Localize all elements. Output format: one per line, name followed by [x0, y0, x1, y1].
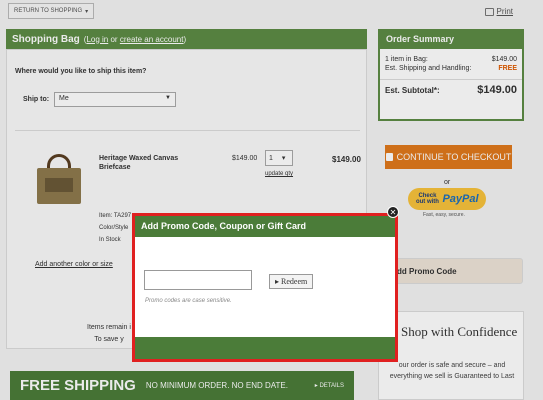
redeem-button[interactable]: ▸ Redeem — [269, 274, 314, 289]
modal-body: ▸ Redeem Promo codes are case sensitive. — [135, 237, 395, 337]
promo-note: Promo codes are case sensitive. — [145, 298, 232, 304]
promo-code-modal: Add Promo Code, Coupon or Gift Card ▸ Re… — [132, 213, 398, 362]
close-icon[interactable]: ✕ — [387, 206, 399, 218]
promo-code-input[interactable] — [144, 270, 252, 290]
modal-title: Add Promo Code, Coupon or Gift Card — [141, 221, 306, 231]
redeem-label: Redeem — [281, 277, 308, 286]
play-icon: ▸ — [275, 277, 280, 286]
